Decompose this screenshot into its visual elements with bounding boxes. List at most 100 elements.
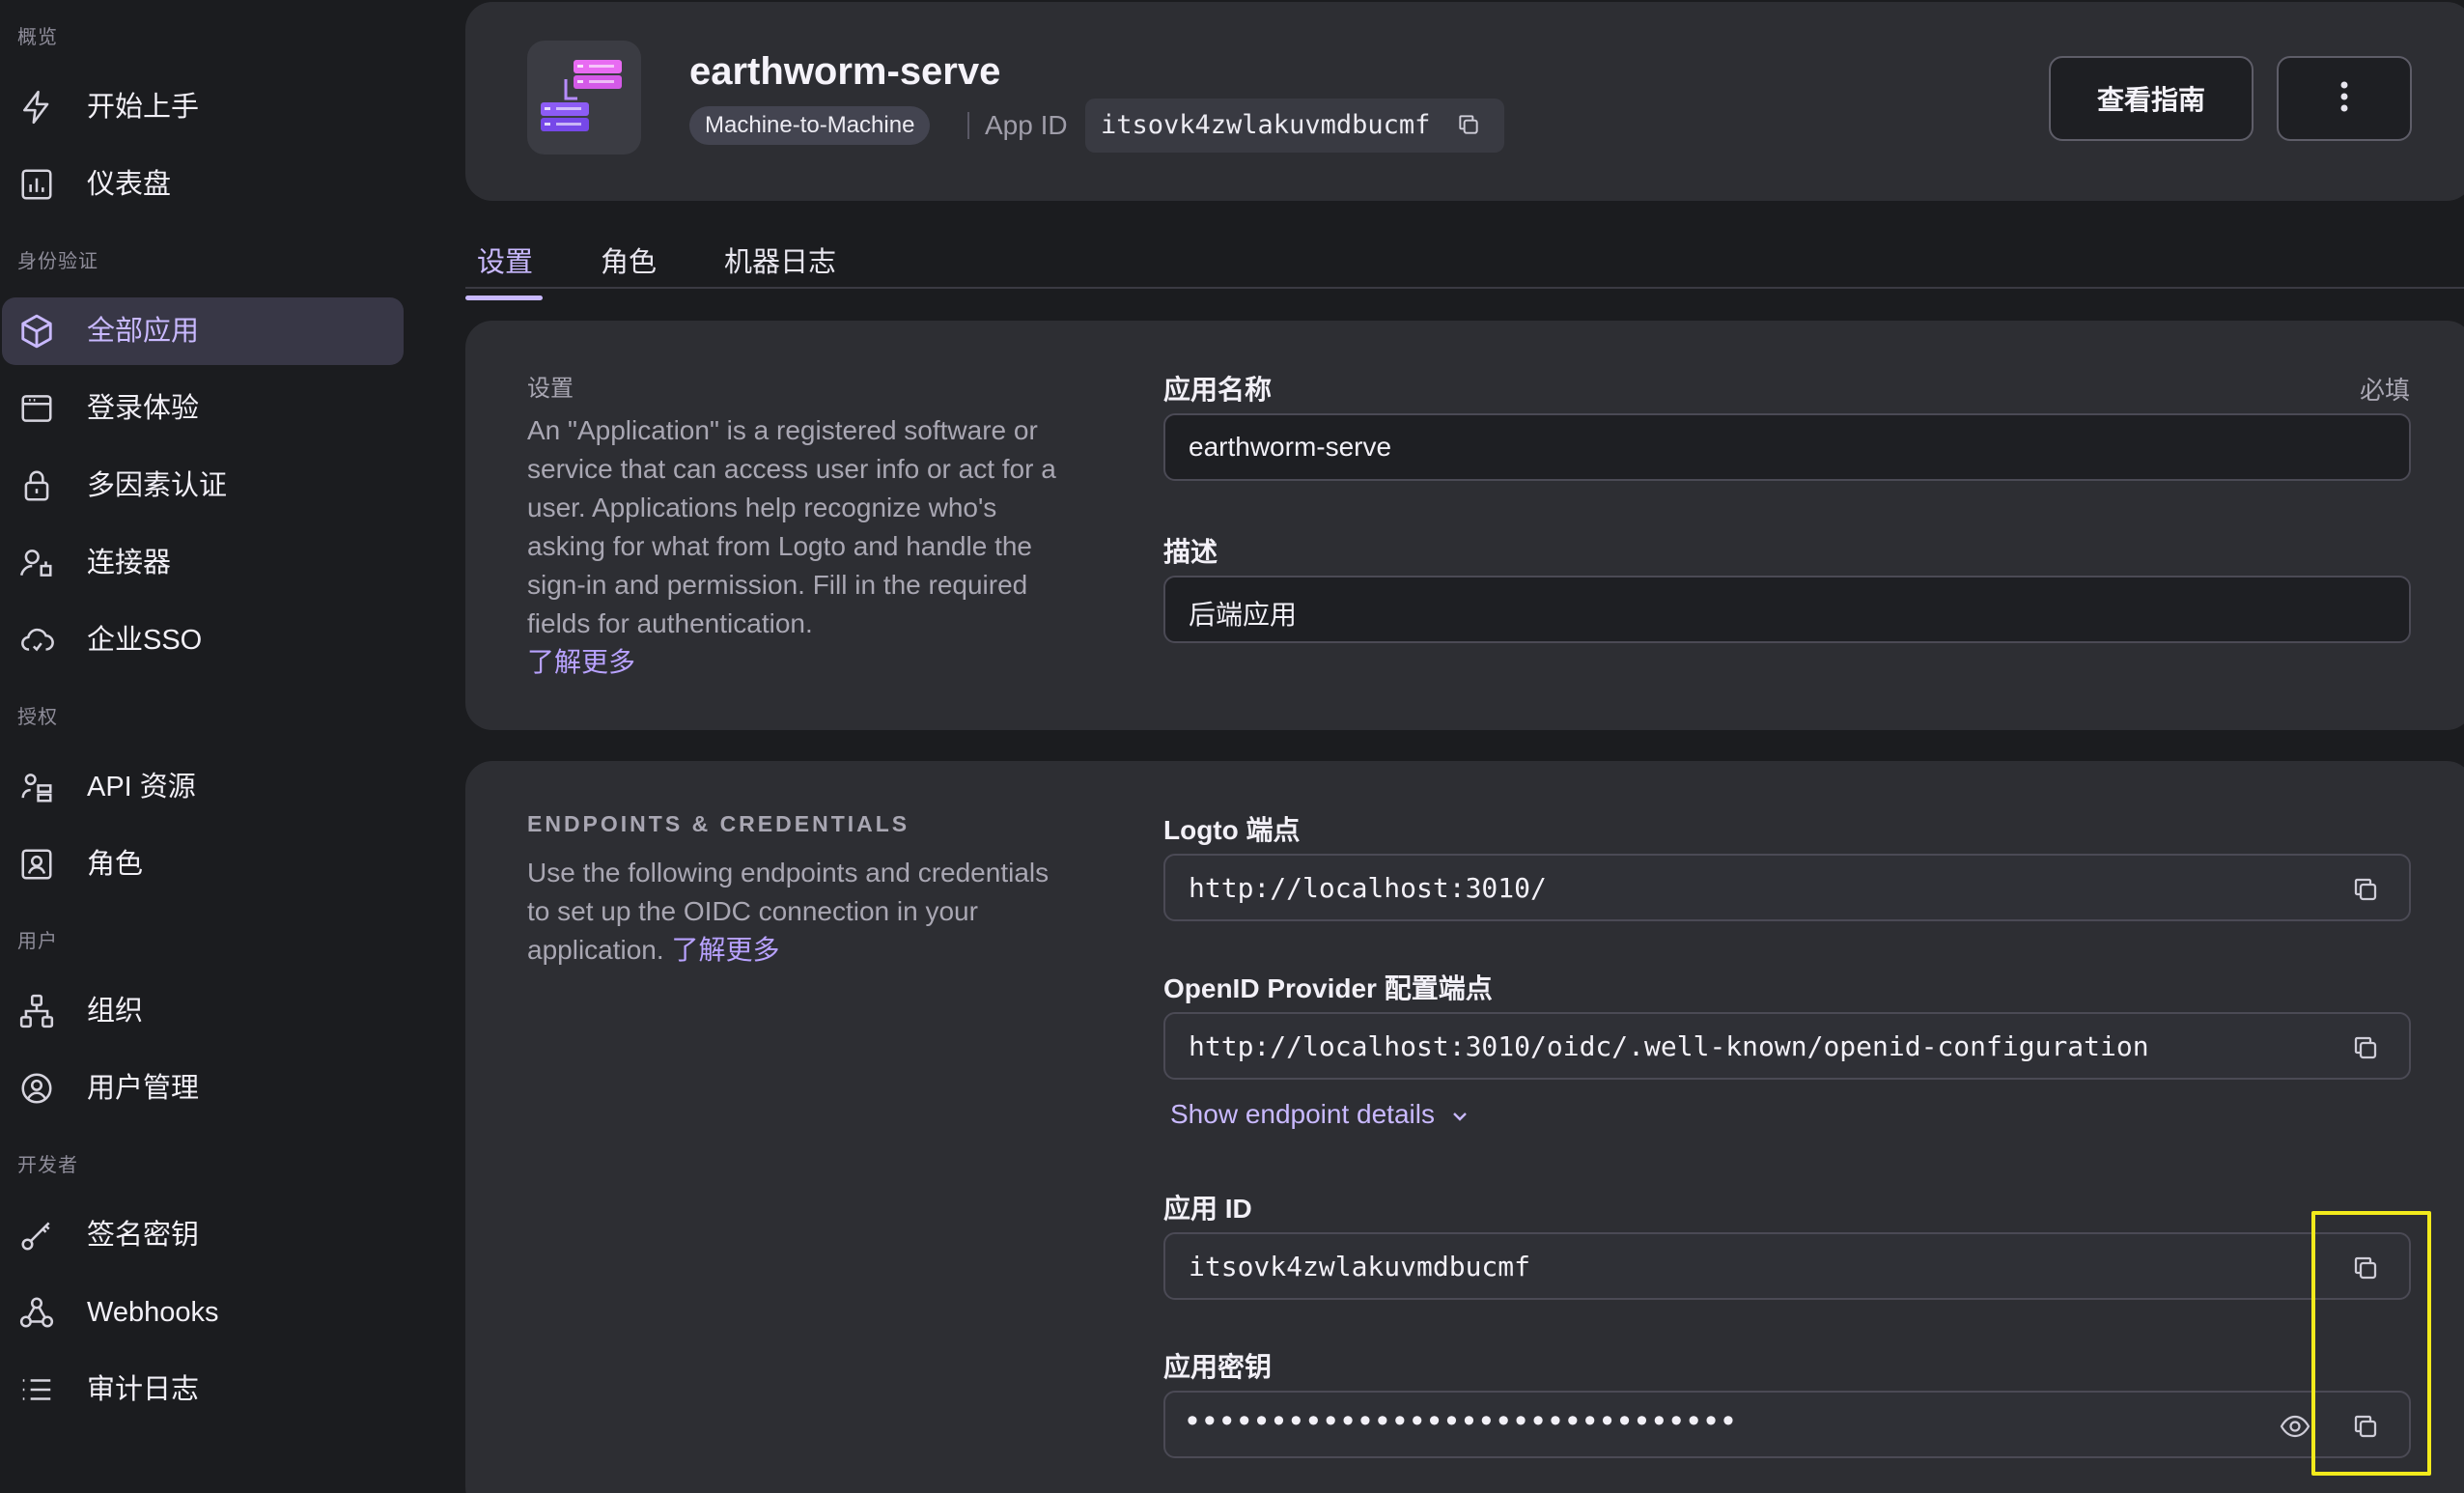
sidebar-item-audit-logs[interactable]: 审计日志 xyxy=(2,1356,404,1423)
cube-icon xyxy=(17,312,56,351)
section-developer: 开发者 xyxy=(17,1155,78,1176)
tab-machine-logs[interactable]: 机器日志 xyxy=(724,239,836,280)
endpoints-section-title: ENDPOINTS & CREDENTIALS xyxy=(527,811,910,836)
app-id-value: itsovk4zwlakuvmdbucmf xyxy=(1101,110,1431,140)
sidebar-item-get-started[interactable]: 开始上手 xyxy=(2,73,404,141)
user-icon xyxy=(17,1069,56,1108)
copy-icon[interactable] xyxy=(2351,1033,2380,1062)
sidebar-item-label: 登录体验 xyxy=(87,393,200,424)
app-id-label: App ID xyxy=(985,110,1068,140)
sidebar-item-mfa[interactable]: 多因素认证 xyxy=(2,452,404,520)
app-id-chip[interactable]: itsovk4zwlakuvmdbucmf xyxy=(1085,99,1504,153)
learn-more-link[interactable]: 了解更多 xyxy=(671,935,779,965)
eye-icon[interactable] xyxy=(2280,1414,2310,1439)
connector-icon xyxy=(17,544,56,582)
sidebar-item-label: 角色 xyxy=(87,849,144,880)
more-options-button[interactable] xyxy=(2277,56,2412,141)
sidebar-item-dashboard[interactable]: 仪表盘 xyxy=(2,151,404,218)
sidebar-item-enterprise-sso[interactable]: 企业SSO xyxy=(2,606,404,674)
sidebar-item-label: 连接器 xyxy=(87,548,172,578)
sidebar-item-label: 签名密钥 xyxy=(87,1220,200,1251)
role-icon xyxy=(17,845,56,884)
sidebar-item-organizations[interactable]: 组织 xyxy=(2,977,404,1045)
sidebar: 概览 开始上手 仪表盘 身份验证 全部应用 登录体验 多因素认证 连接器 企业S… xyxy=(0,0,454,1493)
app-name-input[interactable]: earthworm-serve xyxy=(1163,413,2411,481)
sidebar-item-connectors[interactable]: 连接器 xyxy=(2,529,404,597)
show-endpoint-details-label: Show endpoint details xyxy=(1170,1099,1435,1129)
active-tab-indicator xyxy=(465,296,543,300)
more-vertical-icon xyxy=(2339,80,2349,118)
app-secret-masked-value: •••••••••••••••••••••••••••••••• xyxy=(1187,1402,1740,1439)
highlight-annotation-box xyxy=(2311,1211,2431,1476)
oidc-config-endpoint-label: OpenID Provider 配置端点 xyxy=(1163,973,1493,1003)
copy-icon[interactable] xyxy=(2351,875,2380,904)
chart-icon xyxy=(17,165,56,204)
sidebar-item-signing-keys[interactable]: 签名密钥 xyxy=(2,1201,404,1269)
app-id-field-label: 应用 ID xyxy=(1163,1194,1252,1224)
settings-description-text: An "Application" is a registered softwar… xyxy=(527,415,1056,638)
oidc-config-endpoint-value: http://localhost:3010/oidc/.well-known/o… xyxy=(1189,1030,2149,1062)
section-overview: 概览 xyxy=(17,27,58,48)
sidebar-item-label: 全部应用 xyxy=(87,316,200,347)
description-input[interactable]: 后端应用 xyxy=(1163,576,2411,643)
divider xyxy=(967,112,969,139)
show-endpoint-details-toggle[interactable]: Show endpoint details xyxy=(1170,1099,1470,1130)
tab-label: 设置 xyxy=(477,247,534,278)
sidebar-item-roles[interactable]: 角色 xyxy=(2,831,404,898)
app-name-input-value: earthworm-serve xyxy=(1189,432,1392,462)
logto-endpoint-value: http://localhost:3010/ xyxy=(1189,872,1547,904)
cloud-icon xyxy=(17,621,56,660)
chevron-down-icon xyxy=(1442,1099,1470,1129)
sidebar-item-user-management[interactable]: 用户管理 xyxy=(2,1055,404,1122)
app-id-field: itsovk4zwlakuvmdbucmf xyxy=(1163,1232,2411,1300)
view-guide-button[interactable]: 查看指南 xyxy=(2049,56,2254,141)
app-type-badge: Machine-to-Machine xyxy=(689,106,931,145)
sidebar-item-webhooks[interactable]: Webhooks xyxy=(2,1279,404,1346)
sidebar-item-label: 企业SSO xyxy=(87,625,203,656)
description-label: 描述 xyxy=(1163,537,1218,567)
required-note: 必填 xyxy=(2359,376,2410,405)
api-icon xyxy=(17,768,56,806)
lock-icon xyxy=(17,466,56,505)
sidebar-item-api-resources[interactable]: API 资源 xyxy=(2,753,404,821)
sidebar-item-label: 多因素认证 xyxy=(87,470,228,501)
sidebar-item-label: 开始上手 xyxy=(87,92,200,123)
app-name-title: earthworm-serve xyxy=(689,50,1001,93)
app-root: 概览 开始上手 仪表盘 身份验证 全部应用 登录体验 多因素认证 连接器 企业S… xyxy=(0,0,2464,1493)
sidebar-item-label: 组织 xyxy=(87,996,144,1027)
logto-endpoint-label: Logto 端点 xyxy=(1163,815,1301,845)
description-input-value: 后端应用 xyxy=(1189,600,1298,630)
sidebar-item-applications[interactable]: 全部应用 xyxy=(2,297,404,365)
tab-bar: 设置 角色 机器日志 xyxy=(465,228,2464,300)
copy-icon[interactable] xyxy=(1456,112,1481,137)
sidebar-item-sign-in-experience[interactable]: 登录体验 xyxy=(2,375,404,442)
section-users: 用户 xyxy=(17,931,58,952)
endpoints-description-text: Use the following endpoints and credenti… xyxy=(527,858,1050,965)
tab-roles[interactable]: 角色 xyxy=(601,239,657,280)
m2m-app-icon xyxy=(527,41,641,155)
key-icon xyxy=(17,1216,56,1254)
bolt-icon xyxy=(17,88,56,127)
sidebar-item-label: 用户管理 xyxy=(87,1073,200,1104)
app-secret-label: 应用密钥 xyxy=(1163,1352,1273,1382)
browser-icon xyxy=(17,389,56,428)
webhook-icon xyxy=(17,1293,56,1332)
sidebar-item-label: API 资源 xyxy=(87,772,196,803)
org-icon xyxy=(17,992,56,1030)
sidebar-item-label: 审计日志 xyxy=(87,1374,200,1405)
section-auth: 身份验证 xyxy=(17,251,98,272)
sidebar-item-label: Webhooks xyxy=(87,1297,219,1328)
tab-settings[interactable]: 设置 xyxy=(465,239,543,300)
learn-more-link[interactable]: 了解更多 xyxy=(527,647,635,677)
list-icon xyxy=(17,1370,56,1409)
settings-section-title: 设置 xyxy=(527,376,574,402)
sidebar-item-label: 仪表盘 xyxy=(87,169,172,200)
oidc-config-endpoint-field: http://localhost:3010/oidc/.well-known/o… xyxy=(1163,1012,2411,1080)
section-authz: 授权 xyxy=(17,707,58,728)
app-secret-field: •••••••••••••••••••••••••••••••• xyxy=(1163,1391,2411,1458)
logto-endpoint-field: http://localhost:3010/ xyxy=(1163,854,2411,921)
settings-section-description: An "Application" is a registered softwar… xyxy=(527,411,1068,682)
app-name-label: 应用名称 xyxy=(1163,375,1273,405)
app-id-field-value: itsovk4zwlakuvmdbucmf xyxy=(1189,1251,1531,1282)
endpoints-section-description: Use the following endpoints and credenti… xyxy=(527,854,1068,970)
